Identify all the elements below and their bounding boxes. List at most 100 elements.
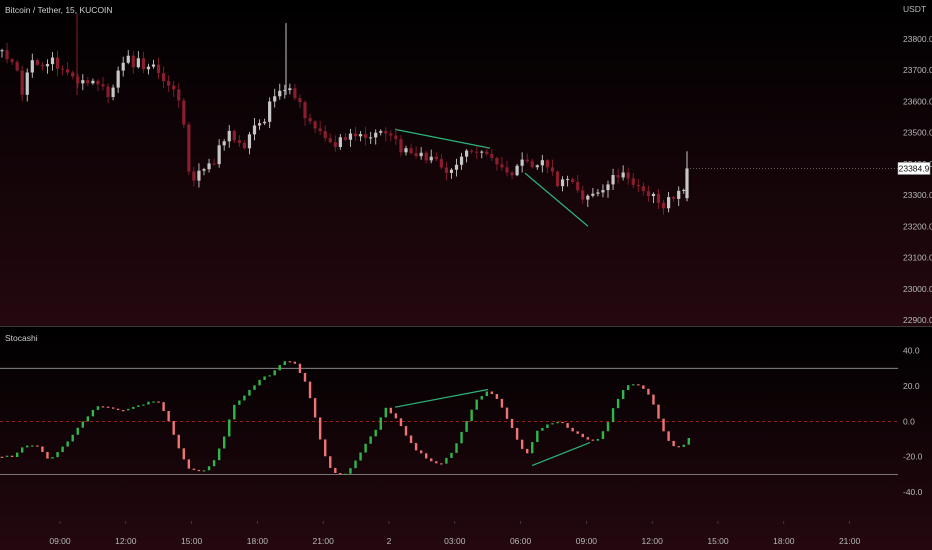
candle-body (101, 84, 105, 87)
candle-body (207, 163, 211, 170)
candle-body (338, 137, 342, 147)
oscillator-bar (536, 430, 539, 443)
price-tick-label: 23500.0 (903, 128, 932, 138)
candle-body (651, 193, 656, 197)
oscillator-bar (596, 439, 600, 441)
candle-body (30, 60, 34, 73)
candle-body (444, 167, 448, 173)
oscillator-bar (637, 384, 640, 386)
candle-body (187, 124, 191, 172)
oscillator-bar (66, 441, 69, 447)
candle-body (177, 89, 181, 101)
candle-body (268, 101, 272, 122)
oscillator-bar (500, 398, 504, 408)
candle-body (91, 80, 95, 84)
oscillator-bar (561, 421, 564, 424)
price-tick-label: 22900.0 (903, 315, 932, 325)
candle-body (343, 137, 347, 140)
oscillator-bar (662, 418, 665, 432)
oscillator-bar (606, 422, 610, 432)
candle-body (55, 57, 60, 69)
time-tick-label: 12:00 (642, 536, 664, 546)
candle-body (677, 190, 681, 199)
oscillator-bar (122, 410, 125, 412)
candle-body (182, 100, 186, 125)
oscillator-bar (354, 460, 357, 469)
oscillator-bar (177, 434, 180, 449)
candle-body (5, 50, 9, 60)
candle-body (288, 88, 292, 91)
candle-body (641, 186, 645, 192)
time-tick-label: 21:00 (313, 536, 335, 546)
candle-body (257, 123, 262, 126)
candle-body (394, 135, 398, 140)
oscillator-bar (526, 448, 529, 454)
candle-body (404, 148, 408, 153)
oscillator-bar (298, 363, 302, 373)
oscillator-bar (571, 427, 574, 432)
candle-body (685, 168, 689, 199)
candle-body (15, 61, 19, 71)
time-tick-label: 2 (387, 536, 392, 546)
price-tick-label: 23200.0 (903, 221, 932, 231)
oscillator-bar (435, 461, 438, 464)
oscillator-bar (339, 473, 342, 475)
oscillator-bar (293, 361, 297, 364)
oscillator-bar (586, 437, 589, 440)
oscillator-bar (379, 417, 382, 430)
oscillator-bar (324, 439, 327, 457)
candle-body (470, 150, 474, 152)
oscillator-bar (0, 456, 4, 458)
candle-body (162, 73, 166, 82)
candle-body (520, 159, 524, 166)
oscillator-bar (455, 443, 458, 453)
candle-body (535, 165, 539, 168)
candle-body (40, 64, 44, 67)
oscillator-bar (409, 435, 413, 444)
candle-body (96, 80, 100, 85)
candle-body (606, 184, 610, 191)
oscillator-bar (419, 450, 423, 454)
candle-body (384, 131, 388, 134)
trading-chart[interactable]: Bitcoin / Tether, 15, KUCOIN USDT Stocas… (0, 0, 932, 550)
candle-body (439, 159, 443, 168)
oscillator-bar (187, 459, 191, 469)
oscillator-bar (273, 370, 276, 376)
oscillator-bar (510, 418, 514, 429)
price-tick-label: 23800.0 (903, 34, 932, 44)
oscillator-bar (672, 440, 675, 447)
candle-body (646, 191, 650, 197)
candle-body (126, 55, 130, 63)
candle-body (308, 118, 312, 122)
oscillator-bar (278, 365, 281, 371)
price-tick-label: 23300.0 (903, 190, 932, 200)
oscillator-bar (349, 468, 352, 474)
price-tick-label: 23000.0 (903, 284, 932, 294)
candle-body (611, 175, 615, 185)
oscillator-bar (15, 452, 19, 458)
candle-body (172, 85, 176, 90)
candle-body (86, 80, 90, 84)
oscillator-bar (611, 408, 615, 423)
candle-body (621, 172, 625, 178)
candle-body (0, 50, 4, 52)
candle-body (66, 69, 70, 73)
candle-body (576, 182, 580, 191)
candle-body (555, 171, 560, 187)
oscillator-bar (556, 421, 559, 424)
oscillator-tick-label: -40.0 (903, 487, 923, 497)
candle-body (656, 193, 661, 203)
oscillator-bar (404, 426, 408, 436)
candle-body (333, 142, 337, 147)
candle-body (424, 152, 428, 161)
indicator-title: Stocashi (5, 333, 38, 343)
candle-body (25, 72, 29, 95)
candle-body (682, 189, 686, 191)
candle-body (500, 164, 504, 168)
oscillator-bar (627, 385, 630, 391)
candle-body (237, 140, 241, 143)
oscillator-bar (212, 460, 216, 467)
oscillator-bar (399, 418, 403, 427)
oscillator-bar (253, 385, 256, 390)
candle-body (45, 64, 50, 67)
